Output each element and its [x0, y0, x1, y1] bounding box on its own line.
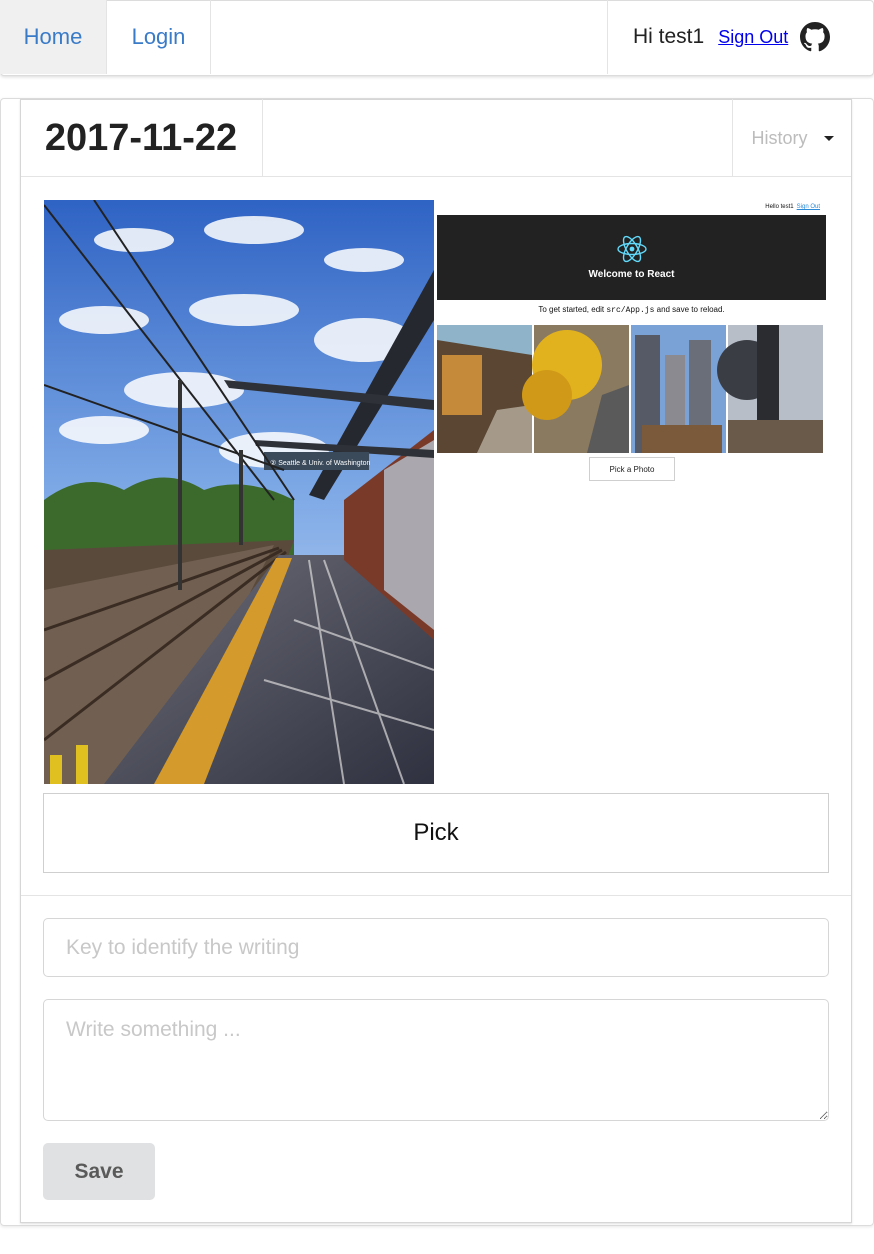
- station-sign-text: ② Seattle & Univ. of Washington: [270, 459, 371, 467]
- react-logo-icon: [616, 235, 647, 263]
- embedded-screenshot-photo: Hello test1 Sign Out Welcome to React To…: [437, 200, 826, 485]
- embedded-header: Welcome to React: [437, 215, 826, 300]
- history-label: History: [751, 127, 808, 148]
- github-icon[interactable]: [800, 22, 831, 52]
- greeting-text: Hi test1: [633, 25, 705, 48]
- nav-home-link[interactable]: Home: [0, 0, 107, 74]
- sign-out-link[interactable]: Sign Out: [708, 27, 796, 48]
- embedded-topbar: Hello test1 Sign Out: [437, 200, 826, 214]
- user-menu: Hi test1 Sign Out: [607, 0, 872, 74]
- embedded-greeting: Hello test1: [765, 204, 794, 210]
- save-button[interactable]: Save: [43, 1143, 155, 1200]
- embedded-pick-photo-button: Pick a Photo: [589, 457, 675, 481]
- header-divider: [21, 176, 851, 177]
- embedded-title: Welcome to React: [588, 269, 675, 280]
- key-input[interactable]: [43, 918, 829, 977]
- nav-login-link[interactable]: Login: [107, 0, 211, 74]
- embedded-intro: To get started, edit src/App.js and save…: [538, 305, 725, 315]
- writing-textarea[interactable]: [43, 999, 829, 1121]
- entry-date-title: 2017-11-22: [20, 99, 263, 177]
- caret-down-icon: [823, 135, 834, 141]
- platform-photo: ② Seattle & Univ. of Washington: [44, 200, 434, 784]
- pick-button[interactable]: Pick: [43, 793, 829, 873]
- embedded-photo-grid: [437, 325, 826, 453]
- section-divider: [21, 895, 851, 896]
- embedded-sign-out: Sign Out: [796, 204, 820, 210]
- history-dropdown[interactable]: History: [732, 99, 852, 177]
